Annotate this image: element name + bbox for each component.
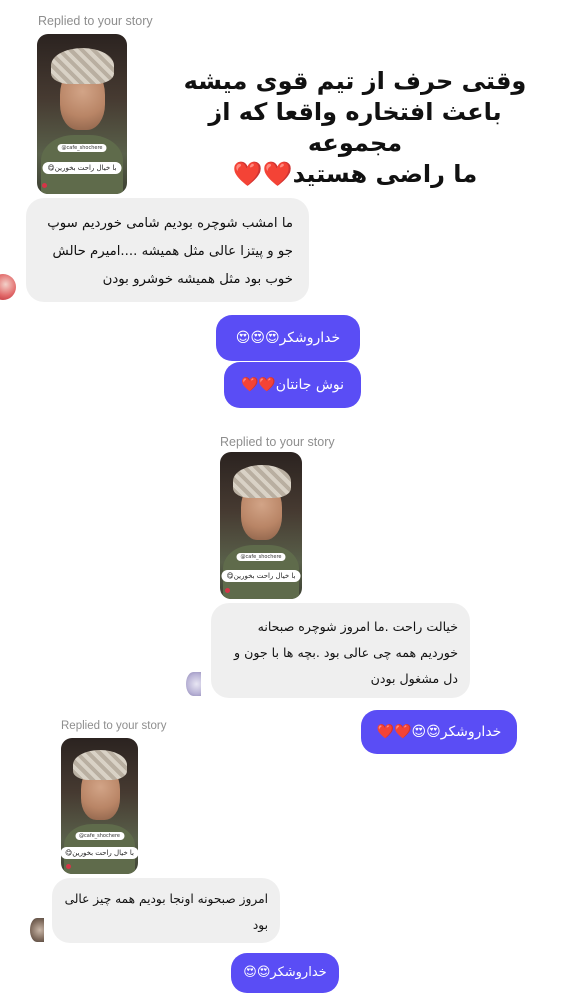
heading-line-2: باعث افتخاره واقعا که از مجموعه [208, 98, 502, 157]
message-line: بود [252, 918, 268, 932]
story-caption: با خیال راحت بخورین😋 [42, 162, 122, 174]
story-thumbnail[interactable]: @cafe_shochere با خیال راحت بخورین😋 [37, 34, 127, 194]
sent-message-bubble: خداروشکر😍😍😍 [216, 315, 360, 361]
replied-to-story-label: Replied to your story [220, 435, 335, 449]
replied-to-story-label: Replied to your story [38, 14, 153, 28]
message-line: خیالت راحت .ما امروز شوچره صبحانه [257, 619, 458, 634]
message-line: امروز صبحونه اونجا بودیم همه چیز عالی [64, 892, 268, 906]
story-caption: با خیال راحت بخورین😋 [221, 569, 301, 582]
story-caption: با خیال راحت بخورین😋 [61, 846, 138, 859]
replied-to-story-label: Replied to your story [61, 720, 167, 732]
overlay-heading: وقتی حرف از تیم قوی میشه باعث افتخاره وا… [180, 66, 530, 190]
message-line: دل مشغول بودن [370, 671, 458, 686]
heading-line-1: وقتی حرف از تیم قوی میشه [183, 67, 527, 95]
message-line: ما امشب شوچره بودیم شامی خوردیم سوپ [47, 216, 293, 231]
message-line: خوب بود مثل همیشه خوشرو بودن [102, 272, 293, 287]
sender-avatar[interactable] [0, 274, 16, 300]
received-message-bubble: ما امشب شوچره بودیم شامی خوردیم سوپ جو و… [26, 198, 309, 302]
story-mention-tag: @cafe_shochere [236, 553, 286, 562]
sender-avatar[interactable] [30, 918, 44, 942]
story-image-scarf [51, 48, 115, 84]
heading-line-3: ما راضی هستید❤️❤️ [232, 160, 478, 188]
sent-message-bubble: خداروشکر😍😍❤️❤️ [361, 710, 517, 754]
sent-message-bubble: نوش جانتان❤️❤️ [224, 362, 361, 408]
sent-message-bubble: خداروشکر😍😍 [231, 953, 339, 993]
sender-avatar[interactable] [186, 672, 201, 696]
received-message-bubble: امروز صبحونه اونجا بودیم همه چیز عالی بو… [52, 878, 280, 943]
message-line: جو و پیتزا عالی مثل همیشه ....امیرم حالش [52, 244, 293, 259]
story-thumbnail[interactable]: @cafe_shochere با خیال راحت بخورین😋 [220, 452, 302, 599]
story-image-scarf [73, 750, 128, 781]
story-mention-tag: @cafe_shochere [75, 831, 124, 840]
story-mention-tag: @cafe_shochere [57, 144, 107, 153]
story-indicator-dot [65, 863, 71, 869]
story-thumbnail[interactable]: @cafe_shochere با خیال راحت بخورین😋 [61, 738, 138, 874]
story-image-scarf [233, 465, 291, 498]
message-line: خوردیم همه چی عالی بود .بچه ها با جون و [234, 645, 458, 660]
received-message-bubble: خیالت راحت .ما امروز شوچره صبحانه خوردیم… [211, 603, 470, 698]
